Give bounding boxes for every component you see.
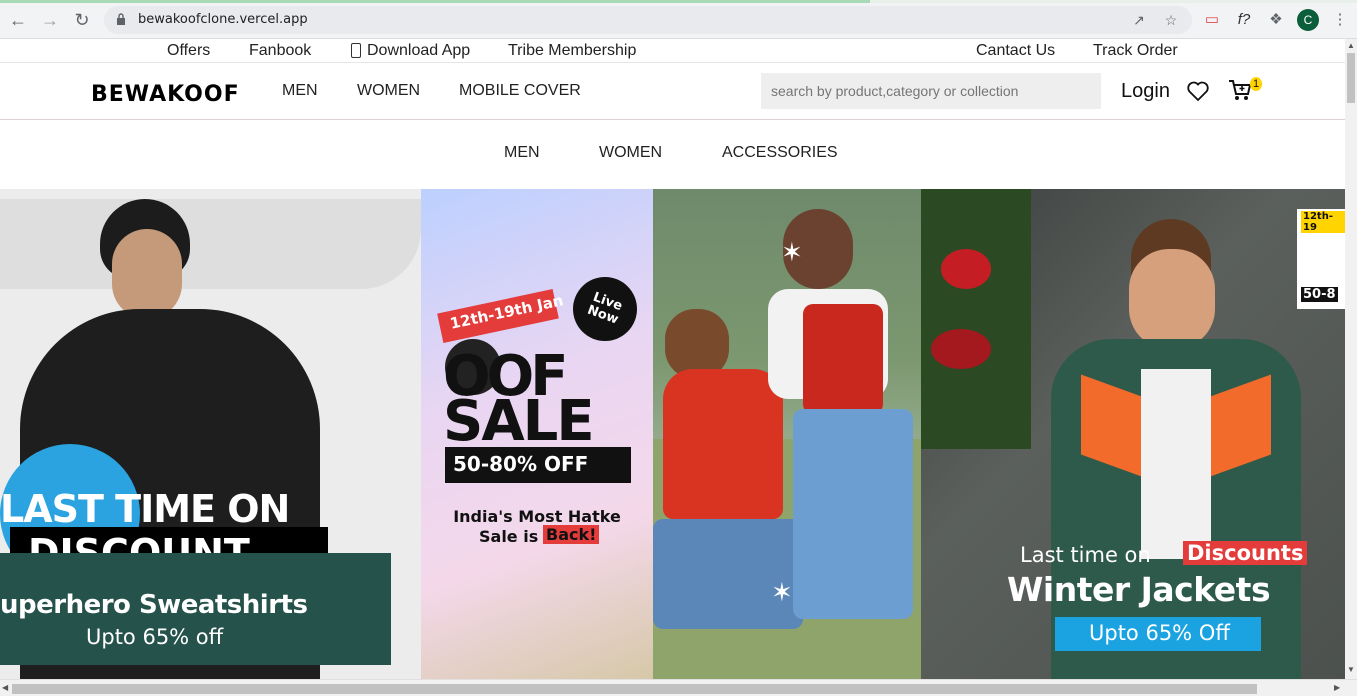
page-load-bar <box>0 0 1357 3</box>
banner4-line2: Winter Jackets <box>1007 570 1271 609</box>
profile-avatar[interactable]: C <box>1297 9 1319 31</box>
subnav-women[interactable]: WOMEN <box>599 144 662 162</box>
banner4-line3: Upto 65% Off <box>1089 621 1230 645</box>
man-jeans <box>653 519 803 629</box>
cart-count-badge: 1 <box>1250 77 1262 91</box>
kebab-menu-icon[interactable]: ⋮ <box>1330 10 1350 30</box>
banner2-title2: SALE <box>443 389 595 454</box>
reload-icon[interactable]: ↻ <box>72 10 92 30</box>
cast-extension-icon[interactable]: ▭ <box>1202 10 1222 30</box>
vertical-scrollbar[interactable]: ▲ ▼ <box>1345 39 1357 679</box>
url-text: bewakoofclone.vercel.app <box>138 12 308 27</box>
vertical-scroll-thumb[interactable] <box>1347 53 1355 103</box>
address-bar[interactable]: bewakoofclone.vercel.app ↗ ☆ <box>104 6 1192 34</box>
banner4-line1b: Discounts <box>1183 541 1308 565</box>
lock-icon <box>117 13 125 25</box>
mobile-phone-icon <box>351 43 361 58</box>
model-face <box>112 229 182 319</box>
corner-promo-dates: 12th-19 <box>1301 211 1345 233</box>
banner-couple[interactable]: ✶ ✶ <box>653 189 921 679</box>
red-leaf <box>931 329 991 369</box>
share-icon[interactable]: ↗ <box>1130 11 1148 29</box>
brand-logo[interactable]: BEWAKOOF <box>91 82 240 107</box>
nav-women[interactable]: WOMEN <box>357 82 420 100</box>
utility-bar: Offers Fanbook Download App Tribe Member… <box>0 39 1345 63</box>
banner2-tag2b: Back! <box>543 525 600 544</box>
banner2-tag2a: Sale is <box>479 527 539 546</box>
scroll-up-arrow-icon[interactable]: ▲ <box>1347 41 1355 50</box>
red-leaf <box>941 249 991 289</box>
wishlist-heart-icon[interactable] <box>1186 79 1210 103</box>
banner1-line3: uperhero Sweatshirts <box>0 590 308 620</box>
cart-icon[interactable] <box>1227 77 1253 103</box>
category-subnav: MEN WOMEN ACCESSORIES <box>0 121 1345 189</box>
back-icon[interactable]: ← <box>8 10 28 30</box>
foliage-red <box>921 189 1031 449</box>
track-order-link[interactable]: Track Order <box>1093 42 1178 60</box>
subnav-men[interactable]: MEN <box>504 144 540 162</box>
banner-winter-jackets[interactable]: 12th-19 50-8 Last time on Discounts Wint… <box>921 189 1345 679</box>
search-input[interactable] <box>761 73 1101 109</box>
nav-men[interactable]: MEN <box>282 82 318 100</box>
corner-promo-off: 50-8 <box>1301 287 1338 302</box>
formula-extension-icon[interactable]: f? <box>1234 10 1254 30</box>
horizontal-scroll-thumb[interactable] <box>12 684 1257 694</box>
sparkle-icon: ✶ <box>781 237 803 267</box>
banner2-tag1: India's Most Hatke <box>453 507 621 526</box>
banner4-line1a: Last time on <box>1020 543 1151 567</box>
banner1-line4: Upto 65% off <box>86 625 224 649</box>
nav-mobile-cover[interactable]: MOBILE COVER <box>459 82 581 100</box>
banner1-line1: LAST TIME ON <box>0 487 290 531</box>
offers-link[interactable]: Offers <box>167 42 210 60</box>
login-link[interactable]: Login <box>1121 80 1170 103</box>
woman-jeans <box>793 409 913 619</box>
banner-sweatshirts[interactable]: LAST TIME ON DISCOUNT uperhero Sweatshir… <box>0 189 421 679</box>
browser-toolbar: ← → ↻ bewakoofclone.vercel.app ↗ ☆ ▭ f? … <box>0 0 1357 39</box>
sparkle-icon: ✶ <box>771 577 793 607</box>
scroll-right-arrow-icon[interactable]: ▶ <box>1334 683 1340 692</box>
man-red-jacket <box>663 369 783 519</box>
puzzle-extensions-icon[interactable]: ❖ <box>1266 10 1286 30</box>
forward-icon[interactable]: → <box>40 10 60 30</box>
banner-oof-sale[interactable]: 12th-19th Jan Live Now OOF SALE 50-80% O… <box>421 189 653 679</box>
subnav-accessories[interactable]: ACCESSORIES <box>722 144 838 162</box>
model-tshirt <box>1141 369 1211 559</box>
banner-bg-shape <box>0 199 421 289</box>
model-face <box>1129 249 1215 349</box>
scroll-left-arrow-icon[interactable]: ◀ <box>2 683 8 692</box>
tribe-membership-link[interactable]: Tribe Membership <box>508 42 636 60</box>
woman-red-sweater <box>803 304 883 414</box>
site-header: BEWAKOOF MEN WOMEN MOBILE COVER Login 1 <box>0 63 1345 120</box>
banner2-discount: 50-80% OFF <box>453 452 589 476</box>
horizontal-scrollbar[interactable]: ◀ ▶ <box>0 679 1357 696</box>
contact-us-link[interactable]: Cantact Us <box>976 42 1055 60</box>
bookmark-star-icon[interactable]: ☆ <box>1162 11 1180 29</box>
scroll-down-arrow-icon[interactable]: ▼ <box>1347 665 1355 674</box>
fanbook-link[interactable]: Fanbook <box>249 42 311 60</box>
download-app-link[interactable]: Download App <box>367 42 470 60</box>
